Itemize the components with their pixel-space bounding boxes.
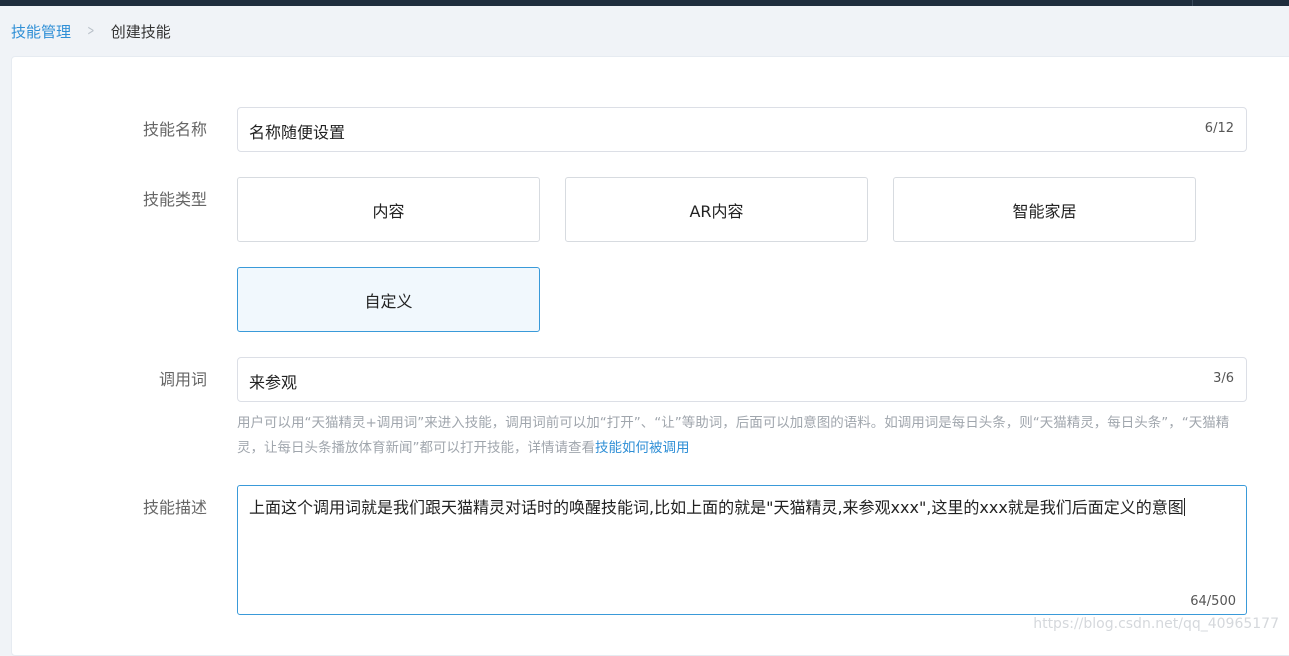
invocation-word-value: 来参观 [249,369,297,393]
skill-name-value: 名称随便设置 [249,119,345,143]
invocation-word-label: 调用词 [87,366,207,390]
breadcrumb-current: 创建技能 [111,21,171,42]
skill-name-counter: 6/12 [1205,121,1234,136]
breadcrumb: 技能管理 > 创建技能 [0,6,1289,56]
watermark: https://blog.csdn.net/qq_40965177 [1033,616,1279,632]
skill-type-label: 技能类型 [87,186,207,210]
skill-description-label: 技能描述 [87,494,207,518]
invocation-hint-text: 用户可以用“天猫精灵+调用词”来进入技能，调用词前可以加“打开”、“让”等助词，… [237,415,1229,456]
skill-type-option-custom[interactable]: 自定义 [237,267,540,332]
skill-type-option-ar-content[interactable]: AR内容 [565,177,868,242]
breadcrumb-skill-management-link[interactable]: 技能管理 [11,21,71,42]
chevron-right-icon: > [87,23,94,39]
invocation-word-input[interactable]: 来参观 3/6 [237,357,1247,402]
skill-type-option-content[interactable]: 内容 [237,177,540,242]
invocation-help-link[interactable]: 技能如何被调用 [595,440,690,456]
skill-description-value-wrap: 上面这个调用词就是我们跟天猫精灵对话时的唤醒技能词,比如上面的就是"天猫精灵,来… [249,496,1234,520]
skill-type-option-smart-home[interactable]: 智能家居 [893,177,1196,242]
skill-description-counter: 64/500 [1190,594,1236,609]
skill-description-textarea[interactable]: 上面这个调用词就是我们跟天猫精灵对话时的唤醒技能词,比如上面的就是"天猫精灵,来… [237,485,1247,615]
invocation-word-counter: 3/6 [1213,371,1234,386]
skill-name-label: 技能名称 [87,116,207,140]
skill-name-input[interactable]: 名称随便设置 6/12 [237,107,1247,152]
invocation-word-hint: 用户可以用“天猫精灵+调用词”来进入技能，调用词前可以加“打开”、“让”等助词，… [237,411,1232,461]
skill-description-value: 上面这个调用词就是我们跟天猫精灵对话时的唤醒技能词,比如上面的就是"天猫精灵,来… [249,498,1184,517]
text-caret [1184,498,1185,516]
